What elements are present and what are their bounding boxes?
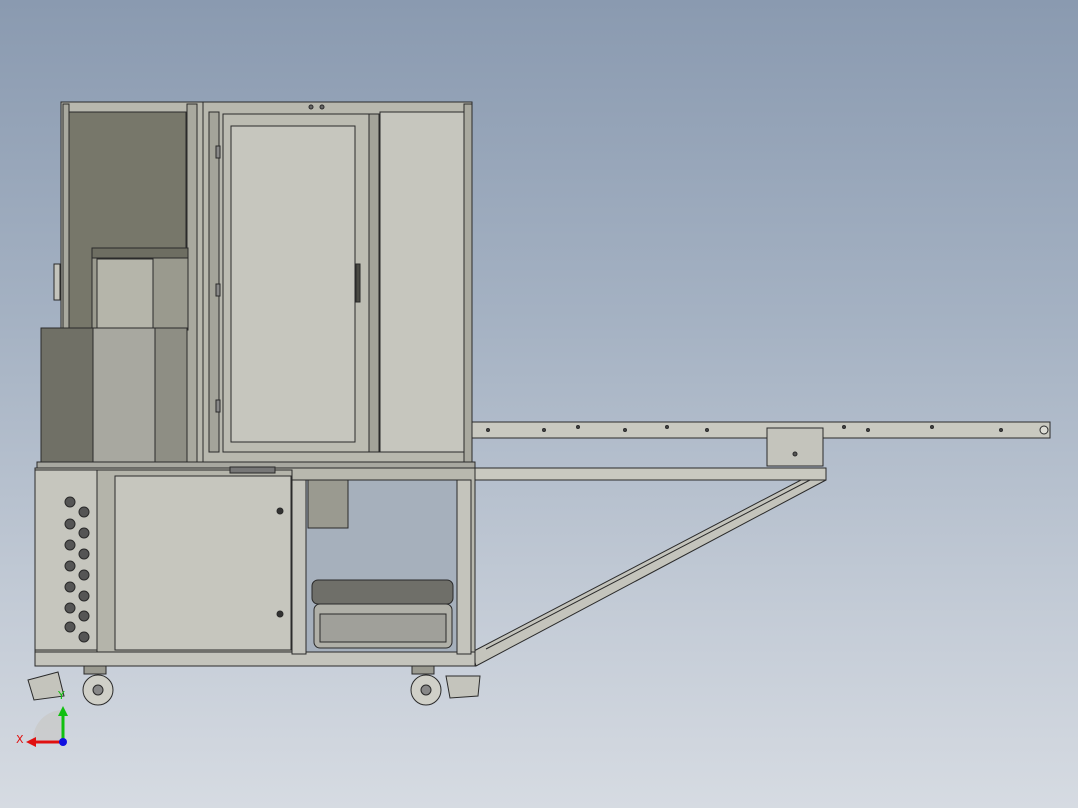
cad-graphics-viewport[interactable]: Y X [0, 0, 1078, 808]
orientation-triad [26, 706, 68, 747]
triad-y-label: Y [58, 689, 65, 702]
triad-x-label: X [16, 733, 24, 746]
